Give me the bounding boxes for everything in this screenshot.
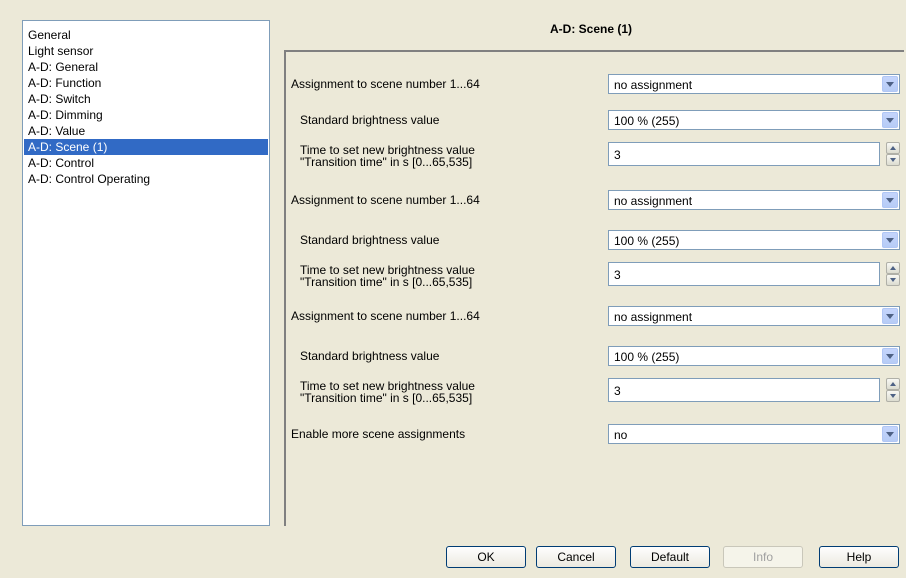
- transition-time-stepper-2[interactable]: [886, 262, 900, 286]
- param-row-transition-time-3: Time to set new brightness value "Transi…: [286, 374, 902, 410]
- param-label-line2: "Transition time" in s [0...65,535]: [300, 275, 473, 289]
- nav-item-ad-control[interactable]: A-D: Control: [24, 155, 268, 171]
- input-value: 3: [614, 384, 621, 398]
- spin-up-icon[interactable]: [886, 262, 900, 274]
- nav-item-ad-switch[interactable]: A-D: Switch: [24, 91, 268, 107]
- chevron-down-icon[interactable]: [882, 76, 898, 92]
- chevron-down-icon[interactable]: [882, 308, 898, 324]
- transition-time-input-3[interactable]: 3: [608, 378, 880, 402]
- param-row-brightness-1: Standard brightness value 100 % (255): [286, 102, 902, 138]
- page-title: A-D: Scene (1): [549, 22, 632, 36]
- transition-time-input-1[interactable]: 3: [608, 142, 880, 166]
- ok-button[interactable]: OK: [446, 546, 526, 568]
- input-value: 3: [614, 268, 621, 282]
- spin-up-icon[interactable]: [886, 142, 900, 154]
- param-label: Enable more scene assignments: [291, 427, 466, 441]
- param-label: Time to set new brightness value "Transi…: [300, 258, 475, 294]
- transition-time-stepper-1[interactable]: [886, 142, 900, 166]
- param-label: Time to set new brightness value "Transi…: [300, 138, 475, 174]
- param-row-brightness-3: Standard brightness value 100 % (255): [286, 338, 902, 374]
- select-value: 100 % (255): [614, 234, 680, 248]
- enable-more-scenes-select[interactable]: no: [608, 424, 900, 444]
- select-value: no assignment: [614, 194, 693, 208]
- spin-down-icon[interactable]: [886, 274, 900, 286]
- nav-item-ad-value[interactable]: A-D: Value: [24, 123, 268, 139]
- input-value: 3: [614, 148, 621, 162]
- select-value: no: [614, 428, 628, 442]
- scene-assignment-select-1[interactable]: no assignment: [608, 74, 900, 94]
- scene-assignment-select-2[interactable]: no assignment: [608, 190, 900, 210]
- nav-item-ad-dimming[interactable]: A-D: Dimming: [24, 107, 268, 123]
- chevron-down-icon[interactable]: [882, 348, 898, 364]
- param-label: Time to set new brightness value "Transi…: [300, 374, 475, 410]
- param-label: Assignment to scene number 1...64: [291, 309, 480, 323]
- nav-item-general[interactable]: General: [24, 27, 268, 43]
- chevron-down-icon[interactable]: [882, 192, 898, 208]
- default-button[interactable]: Default: [630, 546, 710, 568]
- brightness-select-3[interactable]: 100 % (255): [608, 346, 900, 366]
- param-label: Standard brightness value: [300, 233, 440, 247]
- spin-down-icon[interactable]: [886, 154, 900, 166]
- transition-time-input-2[interactable]: 3: [608, 262, 880, 286]
- nav-item-ad-scene-1[interactable]: A-D: Scene (1): [24, 139, 268, 155]
- scene-assignment-select-3[interactable]: no assignment: [608, 306, 900, 326]
- nav-item-ad-general[interactable]: A-D: General: [24, 59, 268, 75]
- select-value: 100 % (255): [614, 350, 680, 364]
- select-value: no assignment: [614, 310, 693, 324]
- nav-item-ad-function[interactable]: A-D: Function: [24, 75, 268, 91]
- param-row-scene-assignment-3: Assignment to scene number 1...64 no ass…: [286, 298, 902, 334]
- param-row-scene-assignment-1: Assignment to scene number 1...64 no ass…: [286, 66, 902, 102]
- chevron-down-icon[interactable]: [882, 426, 898, 442]
- param-row-brightness-2: Standard brightness value 100 % (255): [286, 222, 902, 258]
- parameter-tree[interactable]: General Light sensor A-D: General A-D: F…: [22, 20, 270, 526]
- spin-up-icon[interactable]: [886, 378, 900, 390]
- nav-item-light-sensor[interactable]: Light sensor: [24, 43, 268, 59]
- param-row-transition-time-1: Time to set new brightness value "Transi…: [286, 138, 902, 174]
- spin-down-icon[interactable]: [886, 390, 900, 402]
- help-button[interactable]: Help: [819, 546, 899, 568]
- parameter-panel: Assignment to scene number 1...64 no ass…: [284, 50, 904, 526]
- cancel-button[interactable]: Cancel: [536, 546, 616, 568]
- param-row-transition-time-2: Time to set new brightness value "Transi…: [286, 258, 902, 294]
- info-button: Info: [723, 546, 803, 568]
- param-label-line2: "Transition time" in s [0...65,535]: [300, 391, 473, 405]
- param-label: Assignment to scene number 1...64: [291, 193, 480, 207]
- param-row-scene-assignment-2: Assignment to scene number 1...64 no ass…: [286, 182, 902, 218]
- param-row-enable-more-scenes: Enable more scene assignments no: [286, 416, 902, 452]
- brightness-select-2[interactable]: 100 % (255): [608, 230, 900, 250]
- brightness-select-1[interactable]: 100 % (255): [608, 110, 900, 130]
- select-value: no assignment: [614, 78, 693, 92]
- param-label: Standard brightness value: [300, 349, 440, 363]
- chevron-down-icon[interactable]: [882, 112, 898, 128]
- transition-time-stepper-3[interactable]: [886, 378, 900, 402]
- nav-item-ad-control-operating[interactable]: A-D: Control Operating: [24, 171, 268, 187]
- param-label: Standard brightness value: [300, 113, 440, 127]
- chevron-down-icon[interactable]: [882, 232, 898, 248]
- param-label-line2: "Transition time" in s [0...65,535]: [300, 155, 473, 169]
- select-value: 100 % (255): [614, 114, 680, 128]
- param-label: Assignment to scene number 1...64: [291, 77, 480, 91]
